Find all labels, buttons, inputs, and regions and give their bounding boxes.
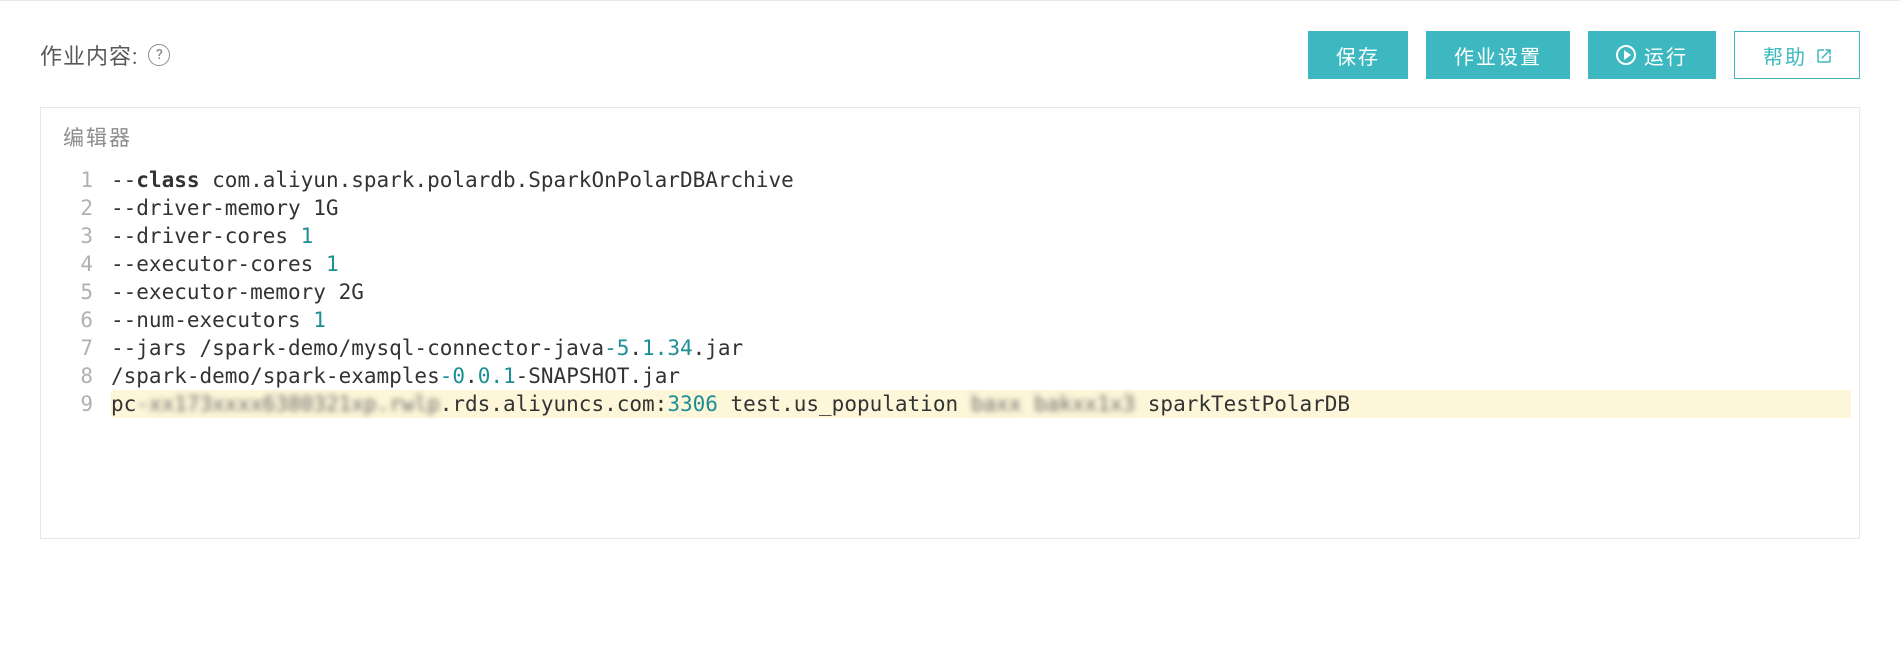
code-token: 1 — [326, 250, 339, 278]
code-token: -0 — [440, 362, 465, 390]
line-number: 5 — [69, 278, 93, 306]
code-token: 1 — [301, 222, 314, 250]
code-token: baxx bakxx1x3 — [971, 390, 1135, 418]
code-editor[interactable]: 123456789 --class com.aliyun.spark.polar… — [41, 166, 1859, 418]
code-line[interactable]: --executor-memory 2G — [111, 278, 1851, 306]
editor-label: 编辑器 — [41, 108, 1859, 166]
code-token: --driver-cores — [111, 222, 301, 250]
save-button[interactable]: 保存 — [1308, 31, 1408, 79]
code-token: sparkTestPolarDB — [1135, 390, 1350, 418]
code-token: -- — [111, 166, 136, 194]
line-number: 3 — [69, 222, 93, 250]
editor-empty-space — [41, 418, 1859, 538]
code-token: pc — [111, 390, 136, 418]
code-line[interactable]: pc-xx173xxxx6380321xp.rwlp.rds.aliyuncs.… — [111, 390, 1851, 418]
help-tooltip-icon[interactable]: ? — [148, 44, 170, 66]
code-token: .jar — [693, 334, 744, 362]
job-settings-button-label: 作业设置 — [1454, 41, 1542, 70]
code-token: --executor-cores — [111, 250, 326, 278]
code-token: .rds.aliyuncs.com: — [440, 390, 668, 418]
main-container: 作业内容: ? 保存 作业设置 运行 帮助 编辑器 123 — [0, 0, 1900, 559]
editor-box: 编辑器 123456789 --class com.aliyun.spark.p… — [40, 107, 1860, 539]
external-link-icon — [1815, 47, 1831, 63]
save-button-label: 保存 — [1336, 41, 1380, 70]
line-number: 1 — [69, 166, 93, 194]
line-number: 2 — [69, 194, 93, 222]
play-icon — [1616, 45, 1636, 65]
code-lines[interactable]: --class com.aliyun.spark.polardb.SparkOn… — [111, 166, 1859, 418]
code-token: 3306 — [667, 390, 718, 418]
line-gutter: 123456789 — [41, 166, 111, 418]
run-button-label: 运行 — [1644, 41, 1688, 70]
code-line[interactable]: /spark-demo/spark-examples-0.0.1-SNAPSHO… — [111, 362, 1851, 390]
code-token: . — [465, 362, 478, 390]
line-number: 6 — [69, 306, 93, 334]
code-token: --driver-memory 1G — [111, 194, 339, 222]
code-token: class — [136, 166, 199, 194]
code-token: -xx173xxxx6380321xp.rwlp — [136, 390, 439, 418]
code-token: 1.34 — [642, 334, 693, 362]
code-line[interactable]: --num-executors 1 — [111, 306, 1851, 334]
code-token: -5 — [604, 334, 629, 362]
title-wrap: 作业内容: ? — [40, 39, 170, 71]
header-row: 作业内容: ? 保存 作业设置 运行 帮助 — [40, 31, 1860, 79]
code-line[interactable]: --class com.aliyun.spark.polardb.SparkOn… — [111, 166, 1851, 194]
line-number: 8 — [69, 362, 93, 390]
code-token: 0.1 — [478, 362, 516, 390]
code-token: --executor-memory 2G — [111, 278, 364, 306]
code-line[interactable]: --driver-cores 1 — [111, 222, 1851, 250]
code-token: test.us_population — [718, 390, 971, 418]
run-button[interactable]: 运行 — [1588, 31, 1716, 79]
code-line[interactable]: --driver-memory 1G — [111, 194, 1851, 222]
line-number: 7 — [69, 334, 93, 362]
page-title: 作业内容: — [40, 39, 138, 71]
code-token: /spark-demo/spark-examples — [111, 362, 440, 390]
line-number: 4 — [69, 250, 93, 278]
line-number: 9 — [69, 390, 93, 418]
code-token: 1 — [313, 306, 326, 334]
button-group: 保存 作业设置 运行 帮助 — [1308, 31, 1860, 79]
code-token: . — [629, 334, 642, 362]
help-button[interactable]: 帮助 — [1734, 31, 1860, 79]
code-token: --jars /spark-demo/mysql-connector-java — [111, 334, 604, 362]
code-token: --num-executors — [111, 306, 313, 334]
code-token: -SNAPSHOT.jar — [516, 362, 680, 390]
job-settings-button[interactable]: 作业设置 — [1426, 31, 1570, 79]
code-line[interactable]: --jars /spark-demo/mysql-connector-java-… — [111, 334, 1851, 362]
help-button-label: 帮助 — [1763, 41, 1807, 70]
code-token: com.aliyun.spark.polardb.SparkOnPolarDBA… — [200, 166, 794, 194]
code-line[interactable]: --executor-cores 1 — [111, 250, 1851, 278]
